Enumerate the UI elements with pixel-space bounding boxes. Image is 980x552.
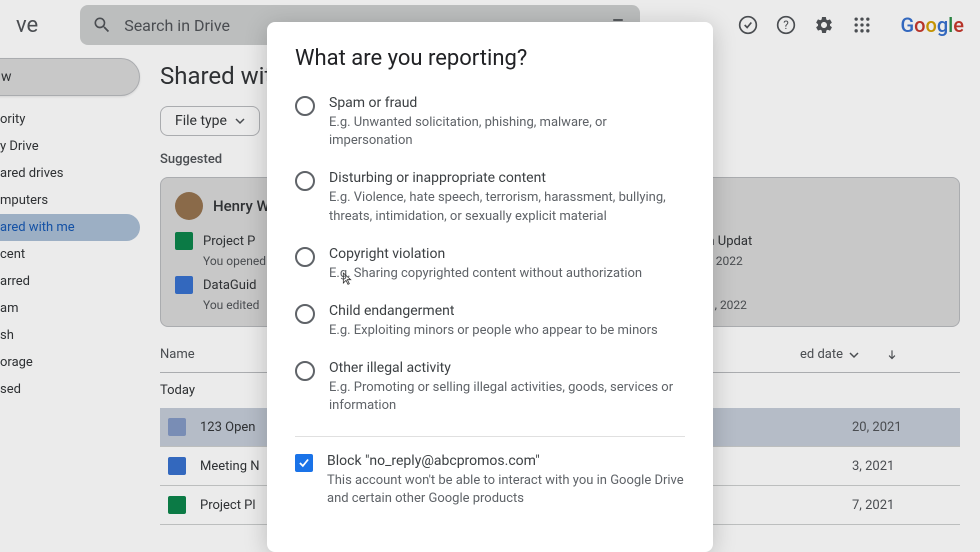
- modal-title: What are you reporting?: [295, 46, 685, 71]
- radio-icon: [295, 96, 315, 116]
- block-desc: This account won't be able to interact w…: [327, 472, 685, 508]
- option-title: Child endangerment: [329, 303, 685, 319]
- report-option-disturbing[interactable]: Disturbing or inappropriate content E.g.…: [295, 170, 685, 225]
- option-desc: E.g. Violence, hate speech, terrorism, h…: [329, 189, 685, 225]
- option-desc: E.g. Sharing copyrighted content without…: [329, 265, 685, 283]
- option-desc: E.g. Exploiting minors or people who app…: [329, 322, 685, 340]
- report-modal: What are you reporting? Spam or fraud E.…: [267, 22, 713, 552]
- modal-overlay: What are you reporting? Spam or fraud E.…: [0, 0, 980, 552]
- divider: [295, 436, 685, 437]
- option-title: Disturbing or inappropriate content: [329, 170, 685, 186]
- report-option-copyright[interactable]: Copyright violation E.g. Sharing copyrig…: [295, 246, 685, 283]
- option-title: Copyright violation: [329, 246, 685, 262]
- report-option-spam[interactable]: Spam or fraud E.g. Unwanted solicitation…: [295, 95, 685, 150]
- report-option-illegal[interactable]: Other illegal activity E.g. Promoting or…: [295, 360, 685, 415]
- block-label: Block "no_reply@abcpromos.com": [327, 453, 685, 469]
- report-option-child[interactable]: Child endangerment E.g. Exploiting minor…: [295, 303, 685, 340]
- block-user-checkbox[interactable]: Block "no_reply@abcpromos.com" This acco…: [295, 453, 685, 508]
- option-title: Spam or fraud: [329, 95, 685, 111]
- option-desc: E.g. Promoting or selling illegal activi…: [329, 379, 685, 415]
- radio-icon: [295, 304, 315, 324]
- radio-icon: [295, 247, 315, 267]
- radio-icon: [295, 171, 315, 191]
- option-desc: E.g. Unwanted solicitation, phishing, ma…: [329, 114, 685, 150]
- checkbox-icon: [295, 454, 313, 472]
- option-title: Other illegal activity: [329, 360, 685, 376]
- radio-icon: [295, 361, 315, 381]
